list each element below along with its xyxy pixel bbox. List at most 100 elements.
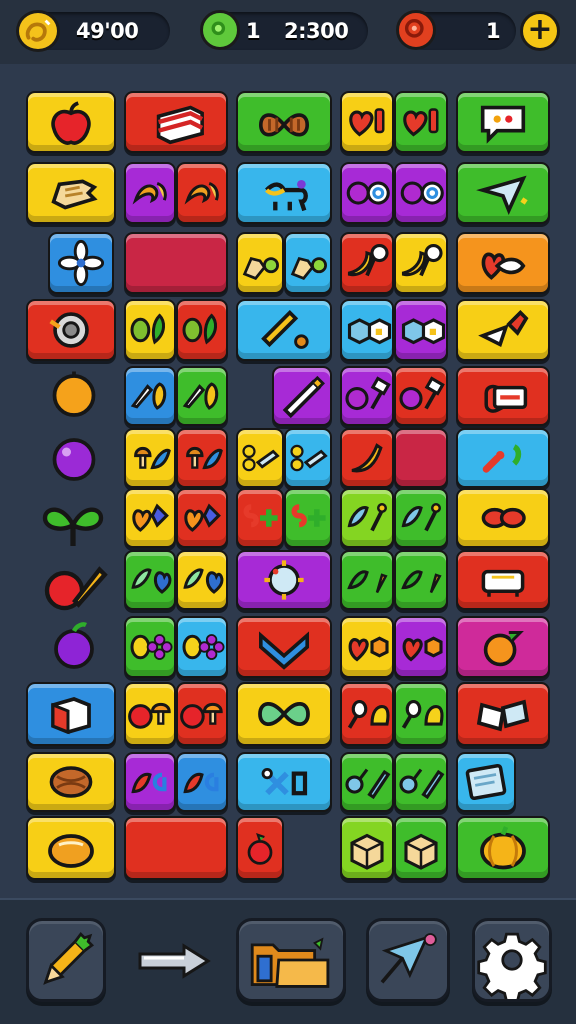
tile-cookies-eraser[interactable] [236, 428, 284, 488]
mango-pepper-icon [182, 313, 217, 345]
tile-mango-pepper[interactable] [124, 299, 176, 361]
tile-bow-green[interactable] [236, 682, 332, 746]
tile-blank[interactable] [124, 232, 228, 294]
tile-apple-ring[interactable] [340, 162, 394, 224]
tile-pumpkin[interactable] [456, 816, 550, 880]
tile-snake-plus[interactable] [284, 488, 332, 548]
bun-icon [48, 834, 94, 868]
tile-heart-fish[interactable] [456, 232, 550, 294]
loose-plum[interactable] [44, 616, 104, 676]
heart-chili-icon [403, 108, 439, 137]
tile-tomato-mushroom[interactable] [124, 682, 176, 746]
tile-toast-grape[interactable] [236, 232, 284, 294]
tile-bow[interactable] [236, 91, 332, 153]
loose-sprout[interactable] [38, 490, 108, 560]
tile-banana-peel[interactable] [124, 162, 176, 224]
tile-crate[interactable] [394, 816, 448, 880]
tile-sparks[interactable] [456, 428, 550, 488]
tile-cherry[interactable] [236, 816, 284, 880]
tile-apple-ring[interactable] [394, 162, 448, 224]
tile-blank[interactable] [394, 428, 448, 488]
tile-chevron[interactable] [236, 616, 332, 678]
tile-plum-hammer[interactable] [394, 366, 448, 426]
tile-snake-plus[interactable] [236, 488, 284, 548]
tile-cherry-pen[interactable] [394, 752, 448, 812]
sparks-icon [482, 444, 522, 473]
tile-yarn[interactable] [26, 752, 116, 812]
tile-heart-cube[interactable] [394, 616, 448, 678]
tile-lemon-flower[interactable] [176, 616, 228, 678]
loose-grape[interactable] [44, 428, 104, 488]
snake-plus-icon [243, 504, 278, 528]
tile-feather-pin[interactable] [394, 488, 448, 548]
tile-peach[interactable] [456, 616, 550, 678]
tile-heart-kite[interactable] [176, 488, 228, 548]
tile-jewel-brooch[interactable] [236, 550, 332, 610]
tile-leaf-carrot[interactable] [394, 550, 448, 610]
tile-banana-peel[interactable] [176, 162, 228, 224]
tile-mango-pepper[interactable] [176, 299, 228, 361]
tile-leaf-letter[interactable] [176, 752, 228, 812]
tile-heart-kite[interactable] [124, 488, 176, 548]
tile-bun[interactable] [26, 816, 116, 880]
tile-leaf-carrot[interactable] [340, 550, 394, 610]
tile-heart-chili[interactable] [340, 91, 394, 153]
loose-orange[interactable] [44, 364, 104, 424]
loose-apple-carrot[interactable] [40, 552, 110, 622]
tile-donut-shell[interactable] [26, 299, 116, 361]
tile-glove[interactable] [26, 162, 116, 224]
arrow-right-icon[interactable] [134, 936, 214, 986]
carrot-pencil-button[interactable] [26, 918, 106, 1002]
tile-spoon-bell[interactable] [394, 682, 448, 746]
tile-plum-hammer[interactable] [340, 366, 394, 426]
tile-leaf-heart[interactable] [176, 550, 228, 610]
tile-box[interactable] [26, 682, 116, 746]
tile-paper-plane[interactable] [456, 162, 550, 224]
add-lives-button[interactable]: + [520, 11, 560, 51]
tile-chat-bubble[interactable] [456, 91, 550, 153]
tile-block[interactable] [124, 816, 228, 880]
tile-mushroom-leaf[interactable] [124, 428, 176, 488]
tile-pencil-dot[interactable] [236, 299, 332, 361]
tile-heart-chili[interactable] [394, 91, 448, 153]
tile-feather-pin[interactable] [340, 488, 394, 548]
tile-crate[interactable] [340, 816, 394, 880]
tile-spoon-bell[interactable] [340, 682, 394, 746]
tile-apple[interactable] [26, 91, 116, 153]
tile-cherry-pen[interactable] [340, 752, 394, 812]
tile-tomato-mushroom[interactable] [176, 682, 228, 746]
tile-beans[interactable] [456, 488, 550, 548]
tile-chili-lollipop[interactable] [394, 232, 448, 294]
tile-cookies-eraser[interactable] [284, 428, 332, 488]
toast-grape-icon [290, 256, 327, 281]
tile-chili-lollipop[interactable] [340, 232, 394, 294]
tile-dog-toy[interactable] [236, 162, 332, 224]
tile-candy-bar[interactable] [456, 366, 550, 426]
tile-pepper[interactable] [340, 428, 394, 488]
tile-lemon-flower[interactable] [124, 616, 176, 678]
heart-chili-icon [349, 108, 385, 137]
tile-cone-lollipop[interactable] [456, 299, 550, 361]
tile-box-cube[interactable] [394, 299, 448, 361]
tile-flower[interactable] [48, 232, 114, 294]
coins-value: 49'00 [76, 19, 139, 43]
tile-pin-mango[interactable] [124, 366, 176, 426]
tile-toast-grape[interactable] [284, 232, 332, 294]
tile-mushroom-leaf[interactable] [176, 428, 228, 488]
tile-box-cube[interactable] [340, 299, 394, 361]
tile-pin-mango[interactable] [176, 366, 228, 426]
tile-tools-letter[interactable] [236, 752, 332, 812]
tile-notes[interactable] [456, 682, 550, 746]
kite-button[interactable] [366, 918, 450, 1002]
settings-button[interactable] [472, 918, 552, 1002]
folders-button[interactable] [236, 918, 346, 1002]
tile-leaf-heart[interactable] [124, 550, 176, 610]
pencil-dot-icon [261, 310, 309, 349]
tile-heart-cube[interactable] [340, 616, 394, 678]
tomato-mushroom-icon [128, 702, 171, 729]
tile-card[interactable] [456, 752, 516, 812]
tile-sofa[interactable] [456, 550, 550, 610]
tile-bread[interactable] [124, 91, 228, 153]
tile-chalk[interactable] [272, 366, 332, 426]
tile-leaf-letter[interactable] [124, 752, 176, 812]
